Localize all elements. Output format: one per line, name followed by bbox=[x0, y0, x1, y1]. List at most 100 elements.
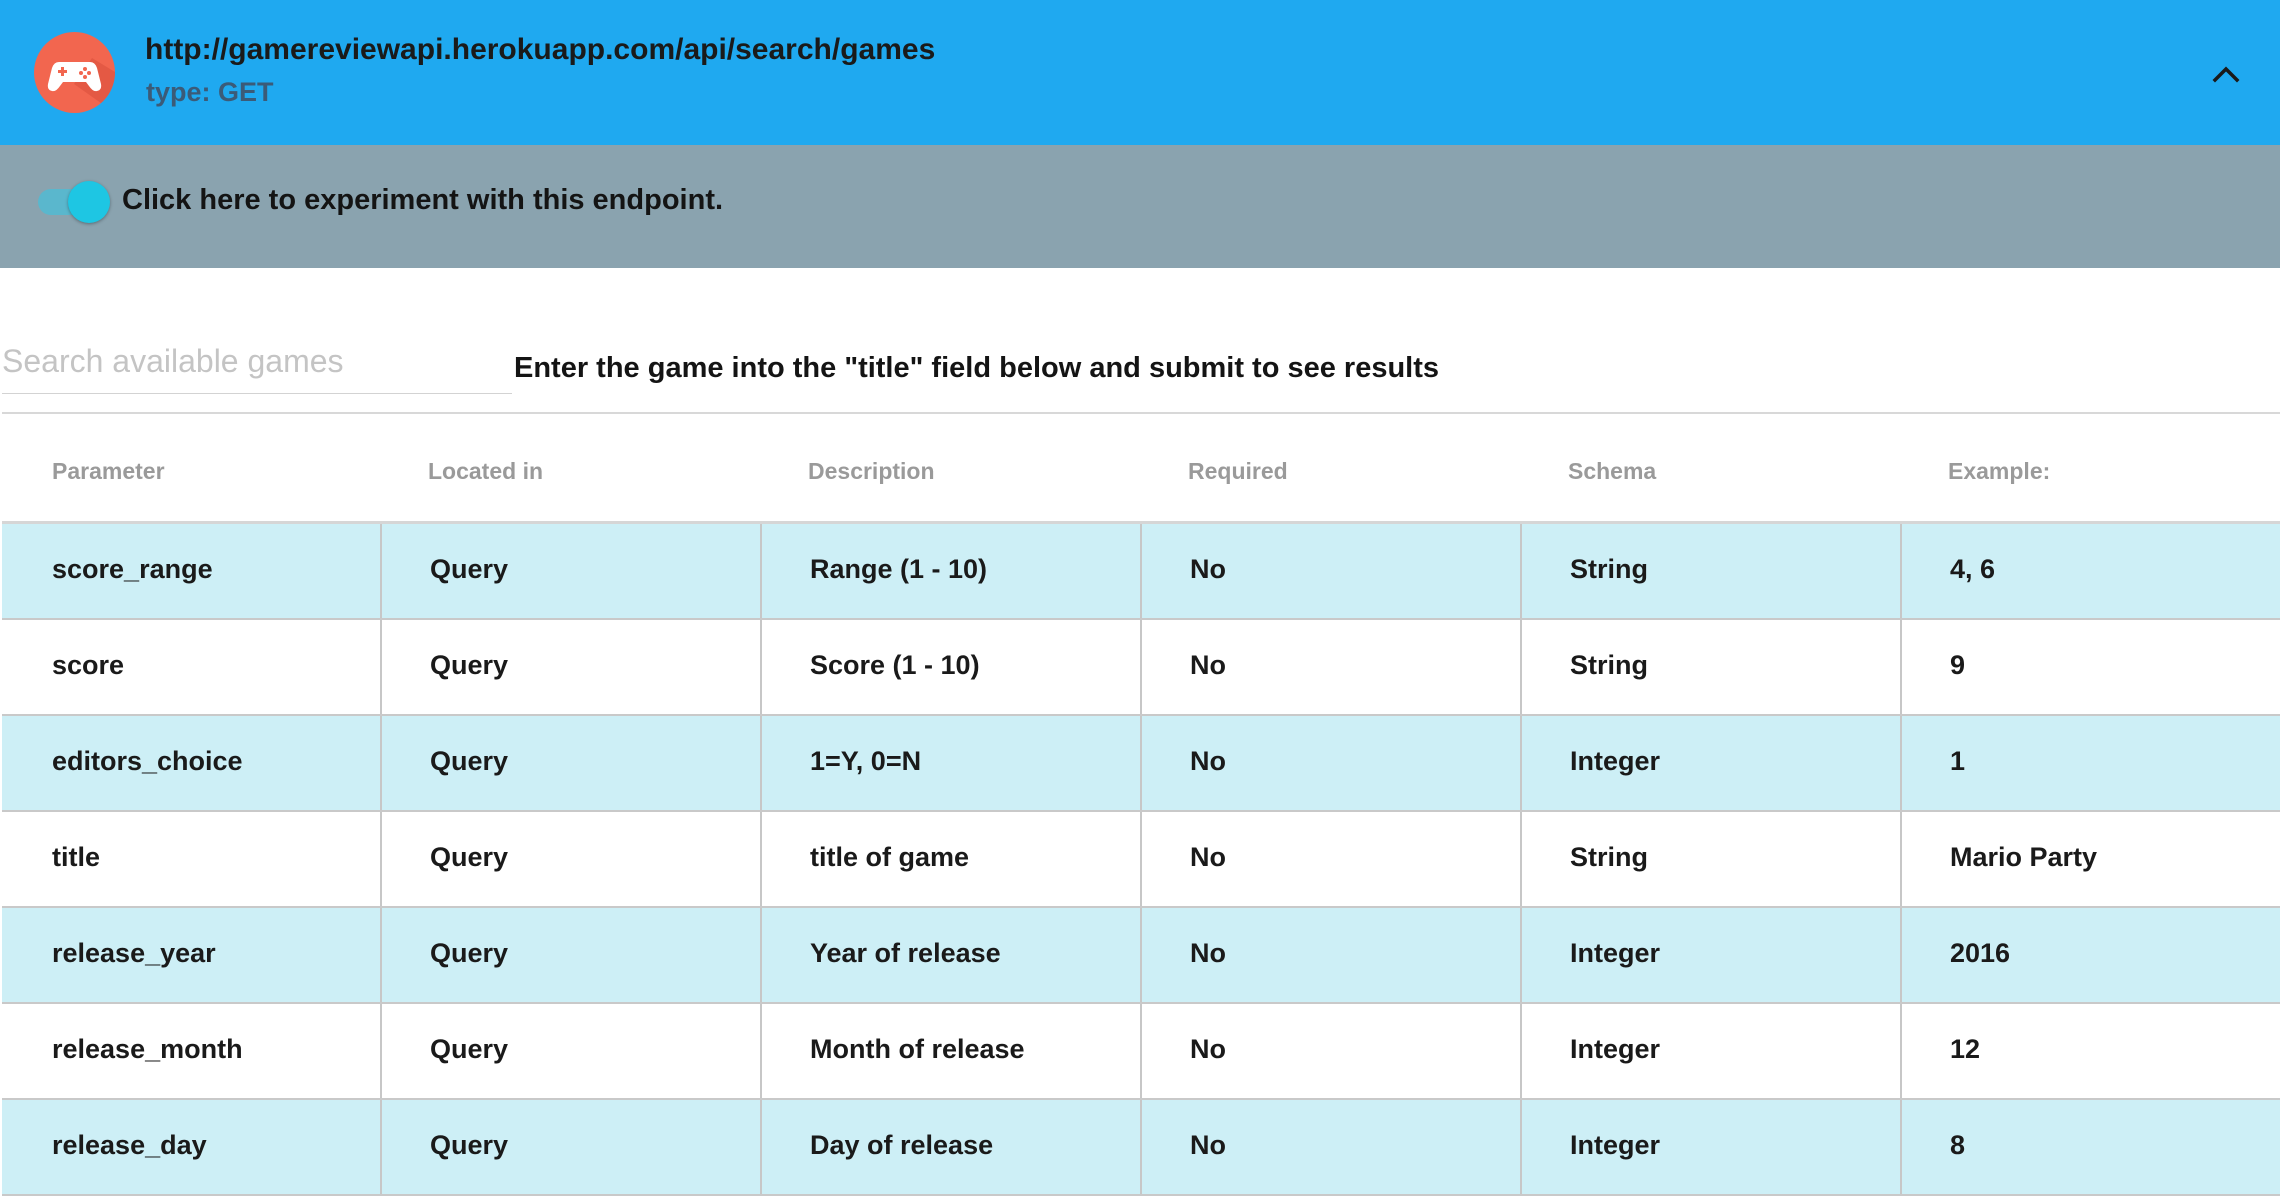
cell-located-in: Query bbox=[382, 620, 762, 714]
cell-text: Query bbox=[430, 938, 509, 968]
cell-text: Integer bbox=[1570, 938, 1661, 968]
cell-required: No bbox=[1142, 524, 1522, 618]
cell-text: Query bbox=[430, 746, 509, 776]
cell-text: No bbox=[1190, 938, 1226, 968]
endpoint-header[interactable]: http://gamereviewapi.herokuapp.com/api/s… bbox=[0, 0, 2280, 145]
cell-required: No bbox=[1142, 1100, 1522, 1194]
cell-text: No bbox=[1190, 554, 1226, 584]
cell-description: Score (1 - 10) bbox=[762, 620, 1142, 714]
header-schema: Schema bbox=[1568, 458, 1657, 484]
cell-text: Mario Party bbox=[1950, 842, 2098, 872]
table-row: release_day Query Day of release No Inte… bbox=[2, 1100, 2280, 1196]
endpoint-url: http://gamereviewapi.herokuapp.com/api/s… bbox=[145, 33, 936, 66]
cell-located-in: Query bbox=[382, 1004, 762, 1098]
cell-schema: String bbox=[1522, 524, 1902, 618]
cell-text: 1 bbox=[1950, 746, 1966, 776]
cell-example: Mario Party bbox=[1902, 812, 2280, 906]
cell-description: Range (1 - 10) bbox=[762, 524, 1142, 618]
cell-located-in: Query bbox=[382, 1100, 762, 1194]
cell-description: Day of release bbox=[762, 1100, 1142, 1194]
table-row: release_month Query Month of release No … bbox=[2, 1004, 2280, 1100]
cell-schema: Integer bbox=[1522, 1100, 1902, 1194]
cell-text: 1=Y, 0=N bbox=[810, 746, 922, 776]
cell-located-in: Query bbox=[382, 812, 762, 906]
header-description: Description bbox=[808, 458, 935, 484]
cell-schema: Integer bbox=[1522, 1004, 1902, 1098]
cell-required: No bbox=[1142, 716, 1522, 810]
cell-text: 9 bbox=[1950, 650, 1966, 680]
cell-text: title of game bbox=[810, 842, 970, 872]
cell-text: Year of release bbox=[810, 938, 1001, 968]
table-row: editors_choice Query 1=Y, 0=N No Integer… bbox=[2, 716, 2280, 812]
cell-parameter: release_month bbox=[2, 1004, 382, 1098]
experiment-toggle[interactable] bbox=[38, 181, 110, 223]
cell-text: score_range bbox=[52, 554, 213, 584]
request-type: type: GET bbox=[146, 77, 274, 107]
cell-example: 2016 bbox=[1902, 908, 2280, 1002]
cell-text: Query bbox=[430, 1130, 509, 1160]
cell-text: No bbox=[1190, 1034, 1226, 1064]
header-parameter: Parameter bbox=[52, 458, 165, 484]
cell-text: Range (1 - 10) bbox=[810, 554, 988, 584]
cell-text: No bbox=[1190, 842, 1226, 872]
cell-text: release_day bbox=[52, 1130, 207, 1160]
cell-text: Month of release bbox=[810, 1034, 1025, 1064]
collapse-button[interactable] bbox=[2204, 52, 2248, 96]
cell-schema: String bbox=[1522, 812, 1902, 906]
cell-text: String bbox=[1570, 554, 1648, 584]
cell-description: Month of release bbox=[762, 1004, 1142, 1098]
header-located-in: Located in bbox=[428, 458, 544, 484]
cell-text: release_month bbox=[52, 1034, 243, 1064]
cell-parameter: title bbox=[2, 812, 382, 906]
header-required: Required bbox=[1188, 458, 1288, 484]
cell-text: Query bbox=[430, 650, 509, 680]
cell-parameter: score bbox=[2, 620, 382, 714]
cell-schema: Integer bbox=[1522, 716, 1902, 810]
cell-parameter: editors_choice bbox=[2, 716, 382, 810]
cell-text: Query bbox=[430, 1034, 509, 1064]
cell-schema: Integer bbox=[1522, 908, 1902, 1002]
header-example: Example: bbox=[1948, 458, 2051, 484]
cell-required: No bbox=[1142, 620, 1522, 714]
cell-text: Score (1 - 10) bbox=[810, 650, 980, 680]
cell-example: 8 bbox=[1902, 1100, 2280, 1194]
chevron-up-icon bbox=[2212, 66, 2240, 83]
cell-text: String bbox=[1570, 842, 1648, 872]
cell-parameter: release_year bbox=[2, 908, 382, 1002]
table-header: Parameter Located in Description Require… bbox=[2, 414, 2280, 524]
cell-text: release_year bbox=[52, 938, 216, 968]
cell-text: String bbox=[1570, 650, 1648, 680]
cell-text: No bbox=[1190, 1130, 1226, 1160]
cell-description: 1=Y, 0=N bbox=[762, 716, 1142, 810]
cell-text: 8 bbox=[1950, 1130, 1966, 1160]
cell-text: Integer bbox=[1570, 1034, 1661, 1064]
cell-text: Integer bbox=[1570, 1130, 1661, 1160]
cell-required: No bbox=[1142, 908, 1522, 1002]
cell-required: No bbox=[1142, 1004, 1522, 1098]
cell-parameter: score_range bbox=[2, 524, 382, 618]
cell-description: Year of release bbox=[762, 908, 1142, 1002]
cell-schema: String bbox=[1522, 620, 1902, 714]
cell-text: 4, 6 bbox=[1950, 554, 1996, 584]
cell-text: Integer bbox=[1570, 746, 1661, 776]
cell-text: 12 bbox=[1950, 1034, 1981, 1064]
gamepad-icon bbox=[34, 32, 115, 113]
search-input[interactable] bbox=[2, 340, 512, 394]
cell-located-in: Query bbox=[382, 908, 762, 1002]
cell-text: title bbox=[52, 842, 101, 872]
cell-text: editors_choice bbox=[52, 746, 243, 776]
cell-text: Query bbox=[430, 842, 509, 872]
cell-example: 1 bbox=[1902, 716, 2280, 810]
table-row: score Query Score (1 - 10) No String 9 bbox=[2, 620, 2280, 716]
parameters-table: Parameter Located in Description Require… bbox=[2, 412, 2280, 1196]
cell-located-in: Query bbox=[382, 524, 762, 618]
toggle-knob bbox=[68, 181, 110, 223]
cell-text: No bbox=[1190, 650, 1226, 680]
cell-text: Query bbox=[430, 554, 509, 584]
cell-required: No bbox=[1142, 812, 1522, 906]
cell-text: Day of release bbox=[810, 1130, 994, 1160]
cell-located-in: Query bbox=[382, 716, 762, 810]
experiment-label[interactable]: Click here to experiment with this endpo… bbox=[122, 184, 723, 217]
cell-description: title of game bbox=[762, 812, 1142, 906]
cell-text: No bbox=[1190, 746, 1226, 776]
